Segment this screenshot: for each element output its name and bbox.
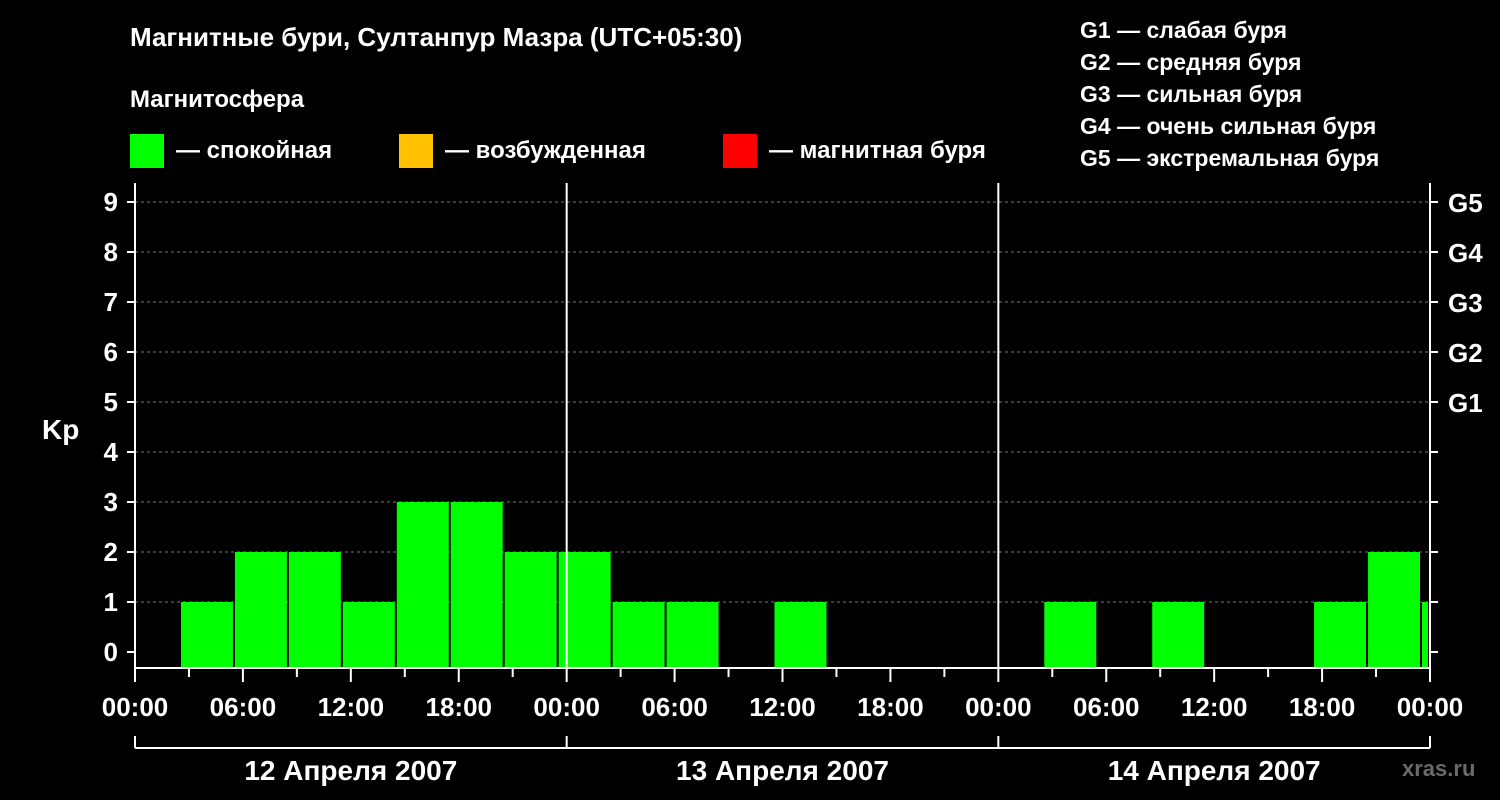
- kp-bar-3: [342, 602, 395, 668]
- kp-bar-12: [1152, 602, 1205, 668]
- y-tick-label: 5: [104, 387, 118, 417]
- y-tick-label: 4: [104, 437, 119, 467]
- kp-bar-11: [1044, 602, 1097, 668]
- x-tick-label: 12:00: [318, 692, 385, 722]
- kp-bar-10: [774, 602, 827, 668]
- x-tick-label: 18:00: [857, 692, 924, 722]
- g-level-label: G1: [1448, 388, 1483, 418]
- x-tick-label: 12:00: [1181, 692, 1248, 722]
- x-tick-label: 06:00: [1073, 692, 1140, 722]
- kp-bar-2: [288, 552, 341, 668]
- kp-bar-4: [396, 502, 449, 668]
- y-tick-label: 9: [104, 187, 118, 217]
- kp-bar-8: [612, 602, 665, 668]
- g-level-label: G4: [1448, 238, 1483, 268]
- x-tick-label: 18:00: [426, 692, 493, 722]
- g-level-label: G3: [1448, 288, 1483, 318]
- kp-bar-13: [1314, 602, 1367, 668]
- day-label: 12 Апреля 2007: [244, 755, 457, 786]
- kp-bar-1: [234, 552, 287, 668]
- day-label: 13 Апреля 2007: [676, 755, 889, 786]
- day-label: 14 Апреля 2007: [1108, 755, 1321, 786]
- y-tick-label: 2: [104, 537, 118, 567]
- kp-bar-9: [666, 602, 719, 668]
- y-tick-label: 1: [104, 587, 118, 617]
- x-tick-label: 12:00: [749, 692, 816, 722]
- g-level-label: G5: [1448, 188, 1483, 218]
- x-tick-label: 18:00: [1289, 692, 1356, 722]
- kp-bar-6: [504, 552, 557, 668]
- y-tick-label: 8: [104, 237, 118, 267]
- kp-bar-14: [1368, 552, 1421, 668]
- y-axis-label: Kp: [42, 414, 79, 445]
- x-tick-label: 06:00: [210, 692, 277, 722]
- y-tick-label: 3: [104, 487, 118, 517]
- x-tick-label: 00:00: [965, 692, 1032, 722]
- y-tick-label: 6: [104, 337, 118, 367]
- y-tick-label: 0: [104, 637, 118, 667]
- x-tick-label: 00:00: [102, 692, 169, 722]
- x-tick-label: 00:00: [1397, 692, 1464, 722]
- kp-bar-15: [1422, 602, 1428, 668]
- g-level-label: G2: [1448, 338, 1483, 368]
- y-tick-label: 7: [104, 287, 118, 317]
- kp-bar-chart: 0 1 2 3 4 5 6 7 8 9 G1 G2 G3 G4 G5 Kp 00:00 06:00 12:00 18:…: [42, 183, 1483, 786]
- watermark: xras.ru: [1402, 756, 1476, 781]
- kp-bar-5: [450, 502, 503, 668]
- kp-bar-0: [180, 602, 233, 668]
- x-tick-label: 06:00: [641, 692, 708, 722]
- x-tick-label: 00:00: [533, 692, 600, 722]
